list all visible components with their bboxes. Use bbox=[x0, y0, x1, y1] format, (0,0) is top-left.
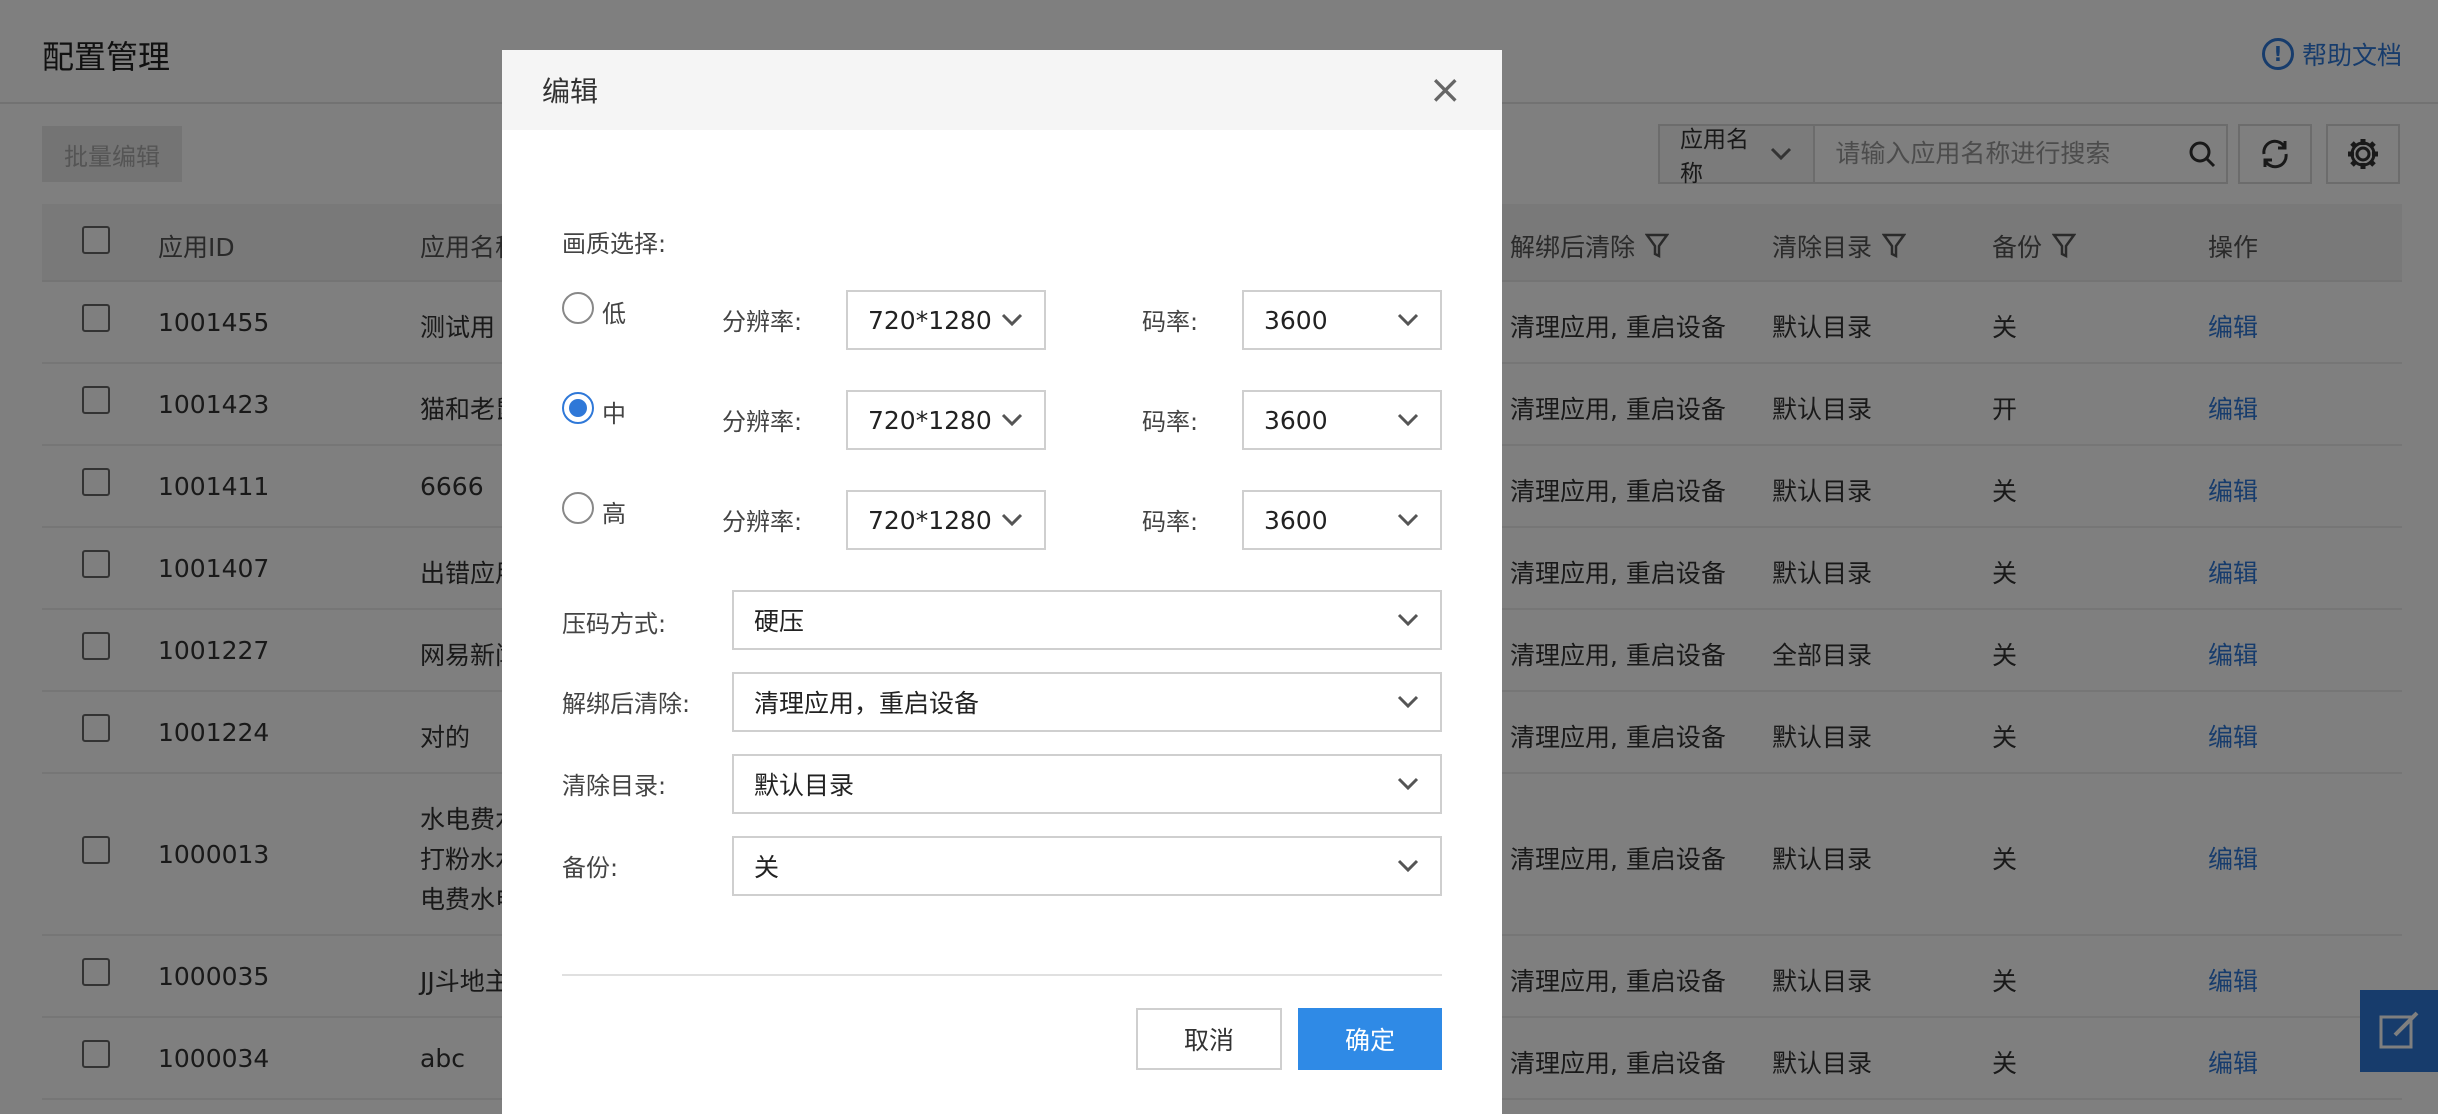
bitrate-label: 码率: bbox=[1142, 308, 1199, 336]
bitrate-low-value: 3600 bbox=[1264, 305, 1328, 335]
modal-title: 编辑 bbox=[542, 75, 599, 108]
bitrate-label: 码率: bbox=[1142, 408, 1199, 436]
resolution-low-value: 720*1280 bbox=[868, 305, 992, 335]
unbind-clear-select[interactable]: 清理应用，重启设备 bbox=[732, 672, 1442, 732]
bitrate-medium-value: 3600 bbox=[1264, 405, 1328, 435]
clear-dir-label: 清除目录: bbox=[562, 772, 667, 800]
unbind-clear-label: 解绑后清除: bbox=[562, 690, 691, 718]
resolution-high-select[interactable]: 720*1280 bbox=[846, 490, 1046, 550]
confirm-button[interactable]: 确定 bbox=[1298, 1008, 1442, 1070]
quality-medium-label: 中 bbox=[602, 400, 626, 428]
clear-dir-value: 默认目录 bbox=[754, 771, 855, 800]
quality-medium-radio[interactable] bbox=[562, 392, 594, 424]
quality-high-label: 高 bbox=[602, 500, 626, 528]
chevron-down-icon bbox=[1397, 613, 1419, 627]
resolution-medium-select[interactable]: 720*1280 bbox=[846, 390, 1046, 450]
quality-label: 画质选择: bbox=[562, 230, 667, 258]
chevron-down-icon bbox=[1397, 313, 1419, 327]
bitrate-high-value: 3600 bbox=[1264, 505, 1328, 535]
bitrate-low-select[interactable]: 3600 bbox=[1242, 290, 1442, 350]
resolution-label: 分辨率: bbox=[722, 508, 803, 536]
chevron-down-icon bbox=[1397, 777, 1419, 791]
bitrate-medium-select[interactable]: 3600 bbox=[1242, 390, 1442, 450]
quality-low-radio[interactable] bbox=[562, 292, 594, 324]
compression-label: 压码方式: bbox=[562, 610, 667, 638]
resolution-high-value: 720*1280 bbox=[868, 505, 992, 535]
unbind-clear-value: 清理应用，重启设备 bbox=[754, 689, 980, 718]
modal-header: 编辑 × bbox=[502, 50, 1502, 130]
resolution-label: 分辨率: bbox=[722, 308, 803, 336]
cancel-button[interactable]: 取消 bbox=[1136, 1008, 1282, 1070]
edit-modal: 编辑 × 画质选择: 低 分辨率: 720*1280 码率: 3600 中 分辨… bbox=[502, 50, 1502, 1114]
resolution-medium-value: 720*1280 bbox=[868, 405, 992, 435]
chevron-down-icon bbox=[1001, 313, 1023, 327]
backup-value: 关 bbox=[754, 853, 780, 882]
compression-select[interactable]: 硬压 bbox=[732, 590, 1442, 650]
close-icon[interactable]: × bbox=[1428, 70, 1462, 110]
chevron-down-icon bbox=[1001, 513, 1023, 527]
chevron-down-icon bbox=[1001, 413, 1023, 427]
footer-divider bbox=[562, 974, 1442, 976]
chevron-down-icon bbox=[1397, 859, 1419, 873]
chevron-down-icon bbox=[1397, 513, 1419, 527]
quality-low-label: 低 bbox=[602, 300, 626, 328]
clear-dir-select[interactable]: 默认目录 bbox=[732, 754, 1442, 814]
resolution-low-select[interactable]: 720*1280 bbox=[846, 290, 1046, 350]
bitrate-label: 码率: bbox=[1142, 508, 1199, 536]
bitrate-high-select[interactable]: 3600 bbox=[1242, 490, 1442, 550]
backup-select[interactable]: 关 bbox=[732, 836, 1442, 896]
chevron-down-icon bbox=[1397, 413, 1419, 427]
compression-value: 硬压 bbox=[754, 607, 805, 636]
backup-label: 备份: bbox=[562, 854, 619, 882]
resolution-label: 分辨率: bbox=[722, 408, 803, 436]
chevron-down-icon bbox=[1397, 695, 1419, 709]
quality-high-radio[interactable] bbox=[562, 492, 594, 524]
